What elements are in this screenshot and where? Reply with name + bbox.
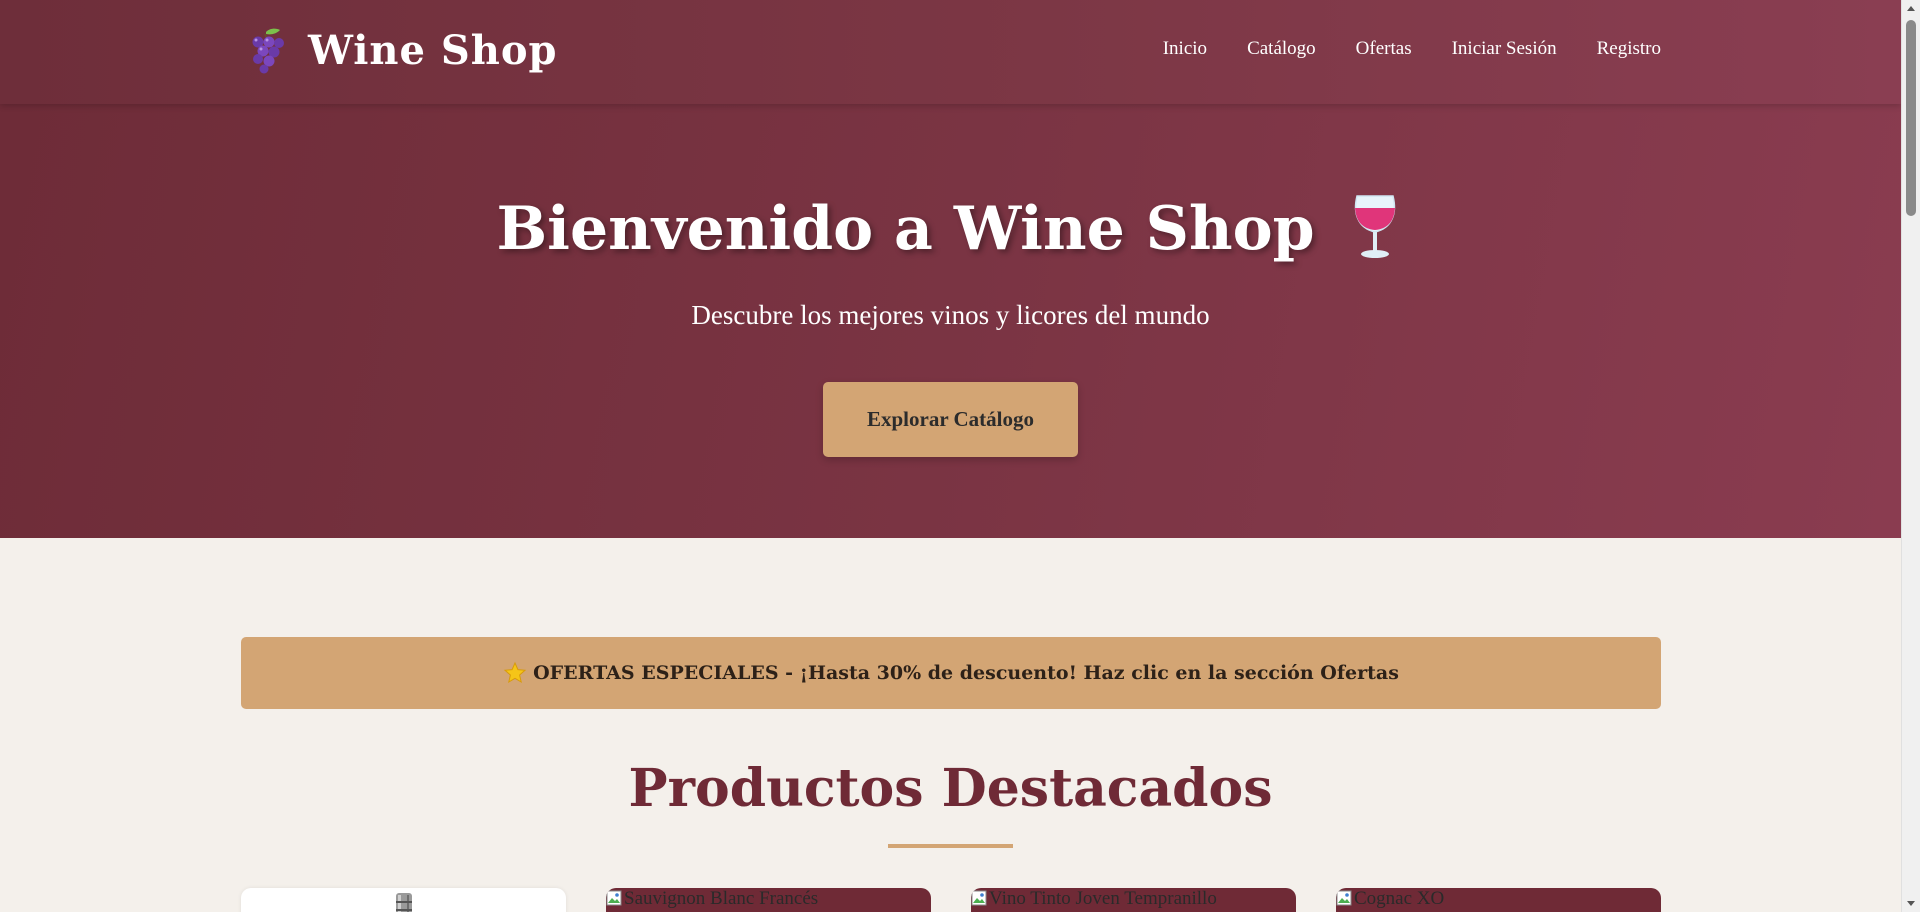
product-image: Cognac XO [1336, 888, 1444, 910]
main-nav: Inicio Catálogo Ofertas Iniciar Sesión R… [1163, 38, 1661, 60]
special-offers-banner[interactable]: OFERTAS ESPECIALES - ¡Hasta 30% de descu… [241, 637, 1661, 709]
title-divider [888, 844, 1013, 848]
product-image: Vino Tinto Joven Tempranillo [971, 888, 1217, 910]
product-image: Sauvignon Blanc Francés [606, 888, 818, 910]
hero-title: Bienvenido a Wine Shop [496, 194, 1315, 264]
scroll-thumb[interactable] [1906, 20, 1916, 216]
product-card[interactable] [241, 888, 566, 912]
wine-glass-icon [1354, 195, 1395, 258]
product-card[interactable]: Cognac XO [1336, 888, 1661, 912]
grapes-icon [252, 28, 284, 74]
page: Wine Shop Inicio Catálogo Ofertas Inicia… [0, 0, 1901, 912]
hero-subtitle: Descubre los mejores vinos y licores del… [691, 300, 1210, 330]
scroll-up-arrow-icon[interactable] [1907, 6, 1915, 11]
star-icon [503, 661, 527, 684]
broken-image-icon [606, 890, 622, 906]
vertical-scrollbar[interactable] [1901, 0, 1920, 912]
hero-title-row: Bienvenido a Wine Shop [0, 194, 1901, 264]
brand-name: Wine Shop [308, 26, 558, 74]
nav-link-catalogo[interactable]: Catálogo [1247, 38, 1316, 60]
nav-link-ofertas[interactable]: Ofertas [1356, 38, 1412, 60]
bottle-icon [396, 893, 412, 912]
product-image-alt: Cognac XO [1354, 888, 1445, 909]
product-image-alt: Sauvignon Blanc Francés [624, 888, 819, 909]
featured-products-title: Productos Destacados [628, 758, 1273, 819]
explore-catalog-button[interactable]: Explorar Catálogo [823, 382, 1078, 457]
broken-image-icon [1336, 890, 1352, 906]
nav-link-iniciar-sesion[interactable]: Iniciar Sesión [1452, 38, 1557, 60]
brand-logo[interactable]: Wine Shop [244, 26, 558, 74]
product-image-alt: Vino Tinto Joven Tempranillo [989, 888, 1217, 909]
nav-link-inicio[interactable]: Inicio [1163, 38, 1207, 60]
product-card[interactable]: Sauvignon Blanc Francés [606, 888, 931, 912]
offer-banner-text: OFERTAS ESPECIALES - ¡Hasta 30% de descu… [533, 662, 1399, 684]
site-header: Wine Shop Inicio Catálogo Ofertas Inicia… [0, 0, 1901, 104]
broken-image-icon [971, 890, 987, 906]
nav-link-registro[interactable]: Registro [1597, 38, 1661, 60]
scroll-down-arrow-icon[interactable] [1907, 901, 1915, 906]
hero-section: Bienvenido a Wine Shop Descubre los mejo… [0, 104, 1901, 538]
featured-products-grid: Sauvignon Blanc Francés Vino Tinto Joven… [241, 888, 1661, 912]
product-card[interactable]: Vino Tinto Joven Tempranillo [971, 888, 1296, 912]
